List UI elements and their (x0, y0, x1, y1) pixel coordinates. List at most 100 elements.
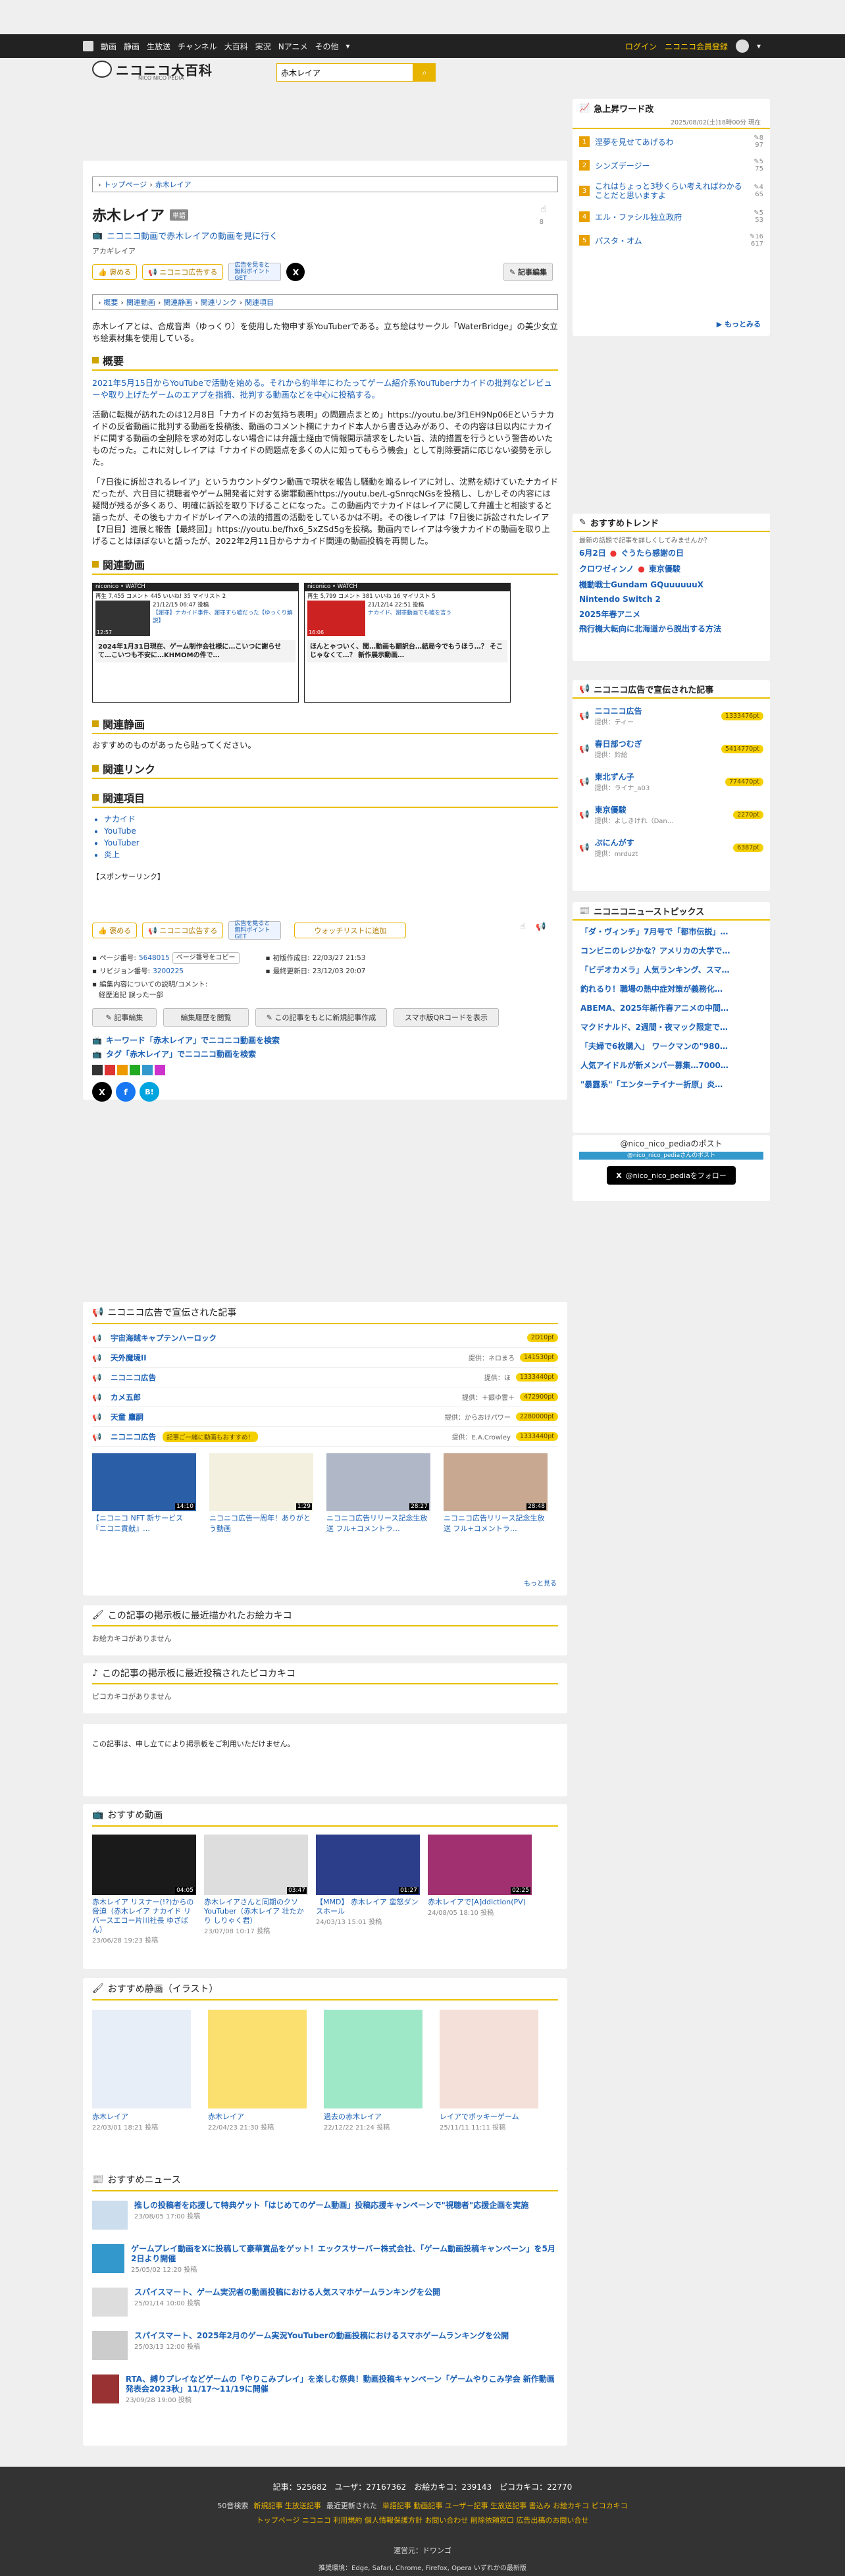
bookmark-icon[interactable] (130, 1065, 140, 1075)
facebook-icon[interactable]: f (116, 1082, 136, 1102)
trend-item[interactable]: 2025年春アニメ (579, 608, 763, 620)
like-icon[interactable]: ☝ (520, 921, 525, 931)
news-item[interactable]: スパイスマート、2025年2月のゲーム実況YouTuberの動画投稿におけるスマ… (92, 2331, 558, 2360)
toc-item[interactable]: 関連動画 (126, 297, 155, 308)
search-tag-link[interactable]: タグ「赤木レイア」でニコニコ動画を検索 (106, 1048, 256, 1060)
video-thumbnail[interactable]: 12:57 (95, 601, 151, 636)
rising-more-link[interactable]: ▶ もっとみる (717, 319, 761, 329)
news-item[interactable]: 推しの投稿者を応援して特典ゲット「はじめてのゲーム動画」投稿応援キャンペーンで"… (92, 2201, 558, 2230)
footer-link[interactable]: トップページ ニコニコ 利用規約 個人情報保護方針 お問い合わせ 削除依頼窓口 … (0, 2515, 845, 2525)
rising-item[interactable]: 2 シンズデージー ✎5 75 (579, 158, 763, 173)
video-card[interactable]: 01:27 【MMD】 赤木レイア 蛮怒ダンスホール 24/03/13 15:01 … (316, 1835, 420, 1926)
toc-item[interactable]: 関連静画 (163, 297, 192, 308)
still-card[interactable]: レイアでボッキーゲーム 25/11/11 11:11 投稿 (440, 2010, 538, 2132)
list-item[interactable]: 📢 ニコニコ広告 記事ご一緒に動画もおすすめ！ 提供：E.A.Crowley 13334… (92, 1427, 558, 1447)
list-item[interactable]: YouTuber (104, 837, 558, 849)
news-topic[interactable]: マクドナルド、2週間・夜マック限定で… (580, 1021, 762, 1033)
list-item[interactable]: 📢 東北ずん子 提供：ライナ_a03 774470pt (579, 771, 763, 792)
bookmark-icon[interactable] (142, 1065, 153, 1075)
ad-points-note[interactable]: 広告を見ると 無料ポイントGET (228, 921, 282, 940)
nav-live[interactable]: 生放送 (147, 41, 170, 52)
list-item[interactable]: 📢 ニコニコ広告 提供：ほ 1333440pt (92, 1368, 558, 1387)
nav-dic[interactable]: 大百科 (224, 41, 248, 52)
news-topic[interactable]: 人気アイドルが新メンバー募集…7000… (580, 1060, 762, 1071)
video-card[interactable]: 04:05 赤木レイア リスナー(!?)からの脅迫（赤木レイア ナカイド リバース… (92, 1835, 196, 1945)
news-item[interactable]: スパイスマート、ゲーム実況者の動画投稿における人気スマホゲームランキングを公開 2… (92, 2288, 558, 2317)
list-item[interactable]: YouTube (104, 825, 558, 837)
list-item[interactable]: 📢 東京優駿 提供：よしきけれ（Dan... 2270pt (579, 804, 763, 825)
nav-nanime[interactable]: Nアニメ (278, 41, 308, 52)
video-title[interactable]: 【謝罪】ナカイド事件、謝罪すら嘘だった【ゆっくり解説】 (153, 608, 295, 624)
history-button[interactable]: 編集履歴を閲覧 (163, 1008, 249, 1027)
bookmark-icon[interactable] (117, 1065, 128, 1075)
video-card[interactable]: 1:29 ニコニコ広告一周年！ありがとう動画 (209, 1453, 313, 1534)
video-card[interactable]: 03:47 赤木レイアさんと同期のクソYouTuber（赤木レイア 壮たかり しり… (204, 1835, 308, 1935)
footer-link[interactable]: 新規記事 生放送記事 (253, 2500, 321, 2511)
trend-item[interactable]: 機動戦士Gundam GQuuuuuuX (579, 579, 763, 590)
news-item[interactable]: ゲームプレイ動画をXに投稿して豪華賞品をゲット！エックスサーバー株式会社、「ゲー… (92, 2244, 558, 2274)
bookmark-icon[interactable] (105, 1065, 115, 1075)
list-item[interactable]: 📢 ニコニコ広告 提供：ティー 1333476pt (579, 705, 763, 726)
video-card[interactable]: 14:10 【ニコニコ NFT 新サービス『ニコニ貢献』… (92, 1453, 196, 1534)
praise-button[interactable]: 👍 褒める (92, 923, 138, 938)
like-icon[interactable]: ☝ (540, 204, 546, 215)
trend-item[interactable]: 6月2日 (579, 547, 606, 558)
news-topic[interactable]: コンビニのレジかな？アメリカの大学で… (580, 945, 762, 956)
megaphone-icon[interactable]: 📢 (536, 921, 546, 932)
login-link[interactable]: ログイン (625, 41, 657, 52)
still-card[interactable]: 過去の赤木レイア 22/12/22 21:24 投稿 (324, 2010, 423, 2132)
page-number[interactable]: 5648015 (139, 952, 170, 965)
ad-points-note[interactable]: 広告を見ると 無料ポイントGET (228, 262, 282, 282)
list-item[interactable]: 📢 春日部つむぎ 提供：鈴絵 5414770pt (579, 738, 763, 759)
trend-item[interactable]: ぐうたら感謝の日 (621, 547, 684, 558)
news-topic[interactable]: ABEMA、2025年新作春アニメの中間… (580, 1002, 762, 1013)
site-logo[interactable]: ニコニコ大百科 NICO NICO PEDIA (92, 59, 257, 81)
x-share-icon[interactable]: X (286, 263, 305, 281)
nicoad-button[interactable]: 📢 ニコニコ広告する (142, 264, 224, 280)
rising-item[interactable]: 5 パスタ・オム ✎16 617 (579, 233, 763, 248)
avatar[interactable] (735, 40, 749, 53)
list-item[interactable]: 炎上 (104, 849, 558, 861)
rising-item[interactable]: 3 これはちょっと3秒くらい考えればわかることだと思いますよ ✎4 65 (579, 182, 763, 200)
search-keyword-link[interactable]: キーワード「赤木レイア」でニコニコ動画を検索 (106, 1034, 280, 1046)
news-item[interactable]: RTA、縛りプレイなどゲームの「やりこみプレイ」を楽しむ祭典！動画投稿キャンペー… (92, 2375, 558, 2404)
bookmark-icon[interactable] (155, 1065, 165, 1075)
nav-video[interactable]: 動画 (101, 41, 116, 52)
hatena-icon[interactable]: B! (140, 1082, 159, 1102)
watch-videos-link[interactable]: ニコニコ動画で赤木レイアの動画を見に行く (107, 229, 278, 242)
nav-channel[interactable]: チャンネル (178, 41, 217, 52)
edit-article-button[interactable]: ✎ 記事編集 (92, 1008, 157, 1027)
nav-other[interactable]: その他 (315, 41, 338, 52)
trend-item[interactable]: クロワゼィンノ (579, 563, 634, 574)
video-embed[interactable]: niconico • WATCH 再生 7,455 コメント 445 いいね! … (92, 583, 299, 703)
trend-item[interactable]: 東京優駿 (649, 563, 680, 574)
list-item[interactable]: ナカイド (104, 813, 558, 825)
video-card[interactable]: 02:25 赤木レイアで[A]ddiction(PV) 24/08/05 18:10… (428, 1835, 532, 1917)
video-card[interactable]: 28:48 ニコニコ広告リリース記念生放送 フル+コメントラ… (444, 1453, 548, 1534)
x-follow-button[interactable]: X @nico_nico_pediaをフォロー (607, 1166, 736, 1185)
breadcrumb-top[interactable]: トップページ (103, 179, 147, 190)
news-topic[interactable]: 釣れるり！職場の熱中症対策が義務化… (580, 983, 762, 994)
toc-item[interactable]: 関連項目 (245, 297, 274, 308)
still-card[interactable]: 赤木レイア 22/04/23 21:30 投稿 (208, 2010, 307, 2132)
revision-number[interactable]: 3200225 (153, 965, 184, 978)
video-title[interactable]: ナカイド、謝罪動画でも嘘を言う (368, 608, 451, 616)
toc-item[interactable]: 概要 (103, 297, 118, 308)
list-item[interactable]: 📢 天外魔境II 提供：ネロまろ 141530pt (92, 1348, 558, 1368)
footer-link[interactable]: 単語記事 動画記事 ユーザー記事 生放送記事 書込み お絵カキコ ピコカキコ (382, 2500, 628, 2511)
rising-item[interactable]: 1 涅夢を見せてあげるわ ✎8 97 (579, 134, 763, 149)
news-topic[interactable]: 「ダ・ヴィンチ」7月号で「都市伝説」… (580, 926, 762, 937)
list-item[interactable]: 📢 カメ五郎 提供：＋銀ゆ雲＋ 472900pt (92, 1387, 558, 1407)
chevron-down-icon[interactable]: ▾ (757, 41, 761, 51)
niconico-home-icon[interactable] (83, 41, 93, 51)
rising-item[interactable]: 4 エル・ファシル独立政府 ✎5 53 (579, 209, 763, 224)
list-item[interactable]: 📢 ぷにんがす 提供：mrduzt 6387pt (579, 837, 763, 858)
still-card[interactable]: 赤木レイア 22/03/01 18:21 投稿 (92, 2010, 191, 2132)
search-button[interactable]: ⌕ (413, 63, 436, 82)
video-embed[interactable]: niconico • WATCH 再生 5,799 コメント 381 いいね 1… (304, 583, 511, 703)
more-link[interactable]: もっと見る (524, 1578, 557, 1588)
video-card[interactable]: 28:27 ニコニコ広告リリース記念生放送 フル+コメントラ… (326, 1453, 430, 1534)
news-topic[interactable]: 「夫婦で6枚購入」 ワークマンの"980… (580, 1040, 762, 1052)
video-thumbnail[interactable]: 16:06 (307, 601, 365, 636)
edit-article-button[interactable]: ✎ 記事編集 (503, 263, 553, 281)
